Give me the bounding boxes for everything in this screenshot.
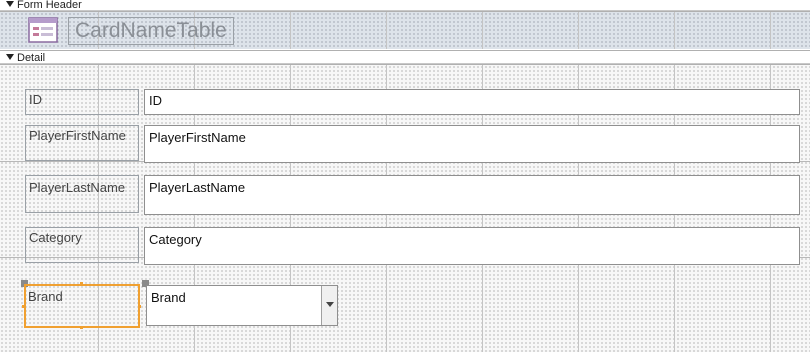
form-header-area[interactable]: CardNameTable <box>0 11 810 49</box>
form-header-section-label: Form Header <box>17 0 82 11</box>
detail-area[interactable]: ID ID PlayerFirstName PlayerFirstName Pl… <box>0 64 810 352</box>
resize-handle-icon[interactable] <box>22 305 25 308</box>
id-label[interactable]: ID <box>25 89 139 115</box>
player-last-name-textbox[interactable]: PlayerLastName <box>144 175 800 215</box>
form-icon <box>28 17 58 43</box>
combobox-dropdown-button[interactable] <box>321 286 337 325</box>
resize-handle-icon[interactable] <box>80 326 83 329</box>
brand-combobox[interactable]: Brand <box>146 285 338 326</box>
brand-combobox-value: Brand <box>151 290 186 305</box>
collapse-arrow-icon <box>6 54 14 61</box>
detail-section-label: Detail <box>17 52 46 64</box>
detail-section-bar[interactable]: Detail <box>0 50 810 64</box>
brand-label[interactable]: Brand <box>24 284 140 328</box>
form-header-section-bar[interactable]: Form Header <box>0 0 810 11</box>
resize-handle-icon[interactable] <box>80 282 83 285</box>
player-first-name-textbox[interactable]: PlayerFirstName <box>144 125 800 163</box>
category-label[interactable]: Category <box>25 227 139 263</box>
player-last-name-label[interactable]: PlayerLastName <box>25 175 139 213</box>
player-first-name-label[interactable]: PlayerFirstName <box>25 125 139 161</box>
resize-handle-icon[interactable] <box>138 305 141 308</box>
form-title-label[interactable]: CardNameTable <box>68 17 234 45</box>
id-textbox[interactable]: ID <box>144 89 800 115</box>
collapse-arrow-icon <box>6 1 14 8</box>
chevron-down-icon <box>326 302 334 307</box>
category-textbox[interactable]: Category <box>144 227 800 265</box>
